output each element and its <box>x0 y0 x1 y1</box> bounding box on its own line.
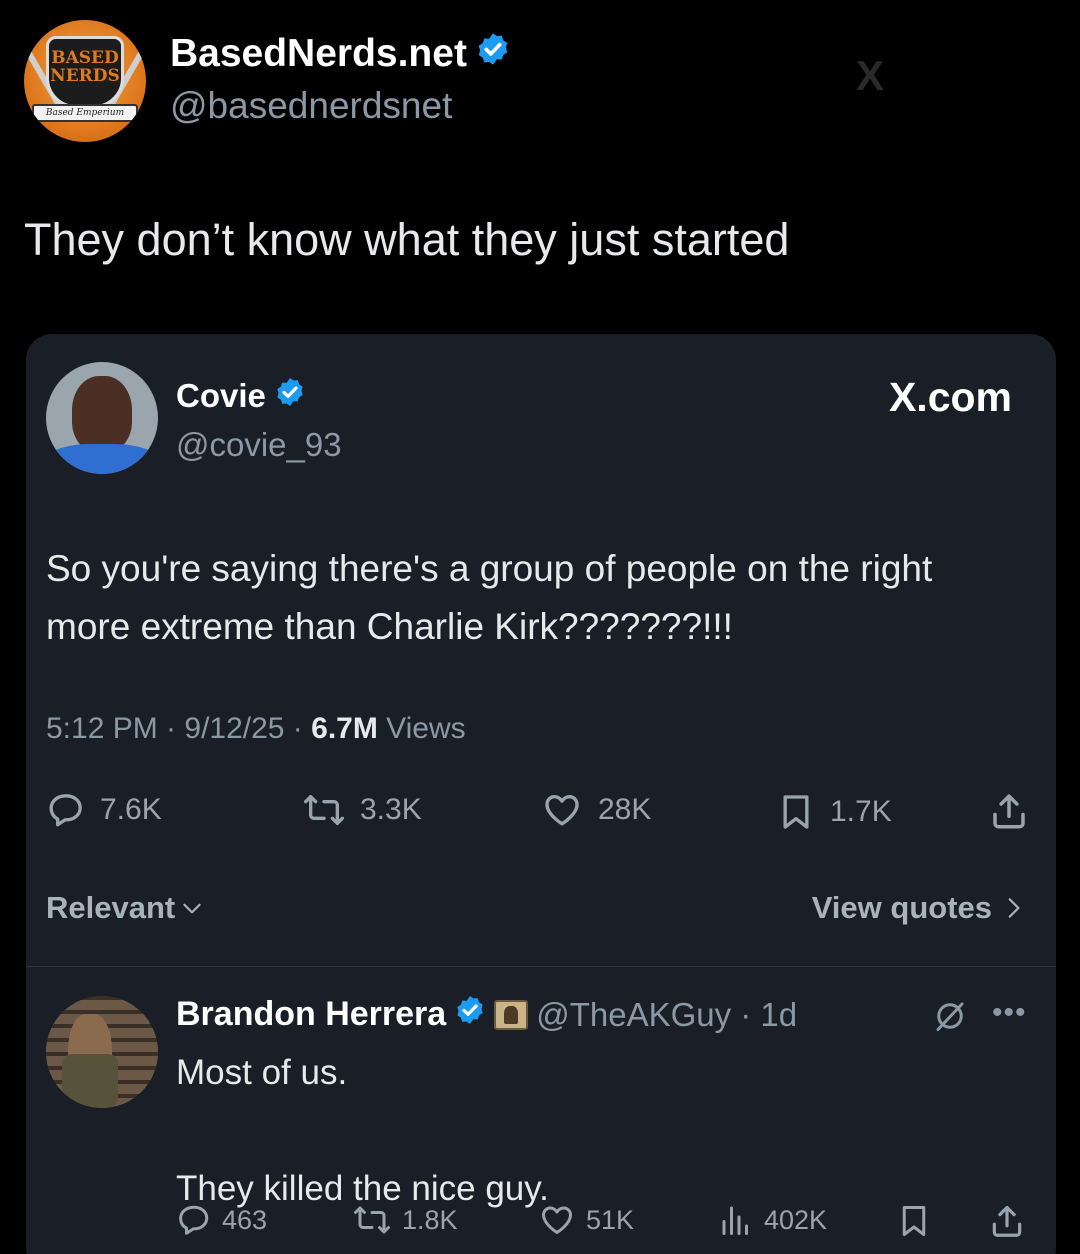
reply-views-button[interactable]: 402K <box>718 1202 827 1238</box>
reply-count: 7.6K <box>100 793 162 826</box>
reply-reply-count: 463 <box>222 1204 268 1235</box>
sort-dropdown[interactable]: Relevant <box>46 890 205 926</box>
grok-icon[interactable] <box>932 998 968 1039</box>
brandon-avatar[interactable] <box>46 996 158 1108</box>
repost-icon <box>354 1206 390 1234</box>
reply-like-button[interactable]: 51K <box>538 1202 634 1238</box>
basednerds-logo-avatar[interactable]: BASED NERDS Based Emperium <box>24 20 146 142</box>
comment-icon <box>179 1205 209 1235</box>
quoted-post-text: So you're saying there's a group of peop… <box>46 548 933 647</box>
analytics-icon <box>722 1206 748 1235</box>
heart-icon <box>542 1206 572 1234</box>
repost-icon <box>303 795 344 825</box>
reply-reply-button[interactable]: 463 <box>176 1202 267 1238</box>
reply-author-name[interactable]: Brandon Herrera <box>176 995 446 1034</box>
affiliate-badge-icon[interactable] <box>494 999 529 1030</box>
repost-count: 3.3K <box>360 793 422 826</box>
sort-label: Relevant <box>46 890 176 925</box>
chevron-down-icon <box>183 903 201 914</box>
post-meta: 5:12 PM · 9/12/25 · 6.7M Views <box>46 712 466 746</box>
outer-author-name[interactable]: BasedNerds.net <box>170 32 467 76</box>
verified-badge-icon <box>274 376 306 416</box>
views-count: 6.7M <box>311 712 378 745</box>
reply-bookmark-button[interactable] <box>896 1202 942 1240</box>
reply-action-bar: 463 1.8K 51K 402K <box>176 1202 1036 1242</box>
reply-repost-button[interactable]: 1.8K <box>352 1202 458 1238</box>
view-quotes-label: View quotes <box>811 890 992 925</box>
logo-text-top: BASED <box>51 48 119 68</box>
outer-post-text: They don’t know what they just started <box>24 214 790 265</box>
like-button[interactable]: 28K <box>540 790 651 830</box>
reply-views-count: 402K <box>764 1204 828 1235</box>
logo-text-bottom: NERDS <box>50 66 120 86</box>
share-icon <box>993 794 1025 829</box>
bookmark-icon <box>902 1206 926 1236</box>
bookmark-button[interactable]: 1.7K <box>776 790 892 834</box>
reply-like-count: 51K <box>586 1204 635 1235</box>
more-options-icon[interactable]: ••• <box>992 996 1027 1030</box>
comment-icon <box>49 794 82 827</box>
reply-repost-count: 1.8K <box>402 1204 458 1235</box>
share-icon <box>992 1205 1022 1237</box>
post-timestamp[interactable]: 5:12 PM · 9/12/25 · <box>46 712 311 745</box>
views-label: Views <box>377 712 466 745</box>
logo-ribbon: Based Emperium <box>32 104 138 122</box>
like-count: 28K <box>598 793 652 826</box>
heart-icon <box>545 795 579 826</box>
reply-button[interactable]: 7.6K <box>46 790 162 830</box>
view-quotes-link[interactable]: View quotes <box>812 890 1026 926</box>
reply-header: Brandon Herrera @TheAKGuy · 1d <box>176 994 797 1035</box>
quoted-author-handle[interactable]: @covie_93 <box>176 426 342 464</box>
quoted-post-card[interactable]: Covie @covie_93 X.com So you're saying t… <box>26 334 1056 1254</box>
reply-text: Most of us. They killed the nice guy. <box>176 1053 549 1208</box>
bookmark-count: 1.7K <box>830 795 892 828</box>
post-action-bar: 7.6K 3.3K 28K 1.7K <box>46 790 1030 834</box>
site-label: X.com <box>888 374 1012 420</box>
divider <box>26 966 1056 967</box>
bookmark-icon <box>783 795 809 829</box>
chevron-right-icon <box>1008 898 1020 918</box>
reply-share-button[interactable] <box>988 1202 1036 1240</box>
share-button[interactable] <box>988 790 1044 832</box>
outer-post-header: BASED NERDS Based Emperium BasedNerds.ne… <box>24 20 511 142</box>
quoted-author-name[interactable]: Covie <box>176 377 266 415</box>
outer-author-handle[interactable]: @basednerdsnet <box>170 85 511 127</box>
verified-badge-icon <box>454 994 486 1035</box>
repost-button[interactable]: 3.3K <box>302 790 422 830</box>
verified-badge-icon <box>475 31 511 77</box>
x-watermark-logo: X <box>856 52 886 99</box>
covie-avatar[interactable] <box>46 362 158 474</box>
reply-author-handle[interactable]: @TheAKGuy · 1d <box>536 996 797 1034</box>
